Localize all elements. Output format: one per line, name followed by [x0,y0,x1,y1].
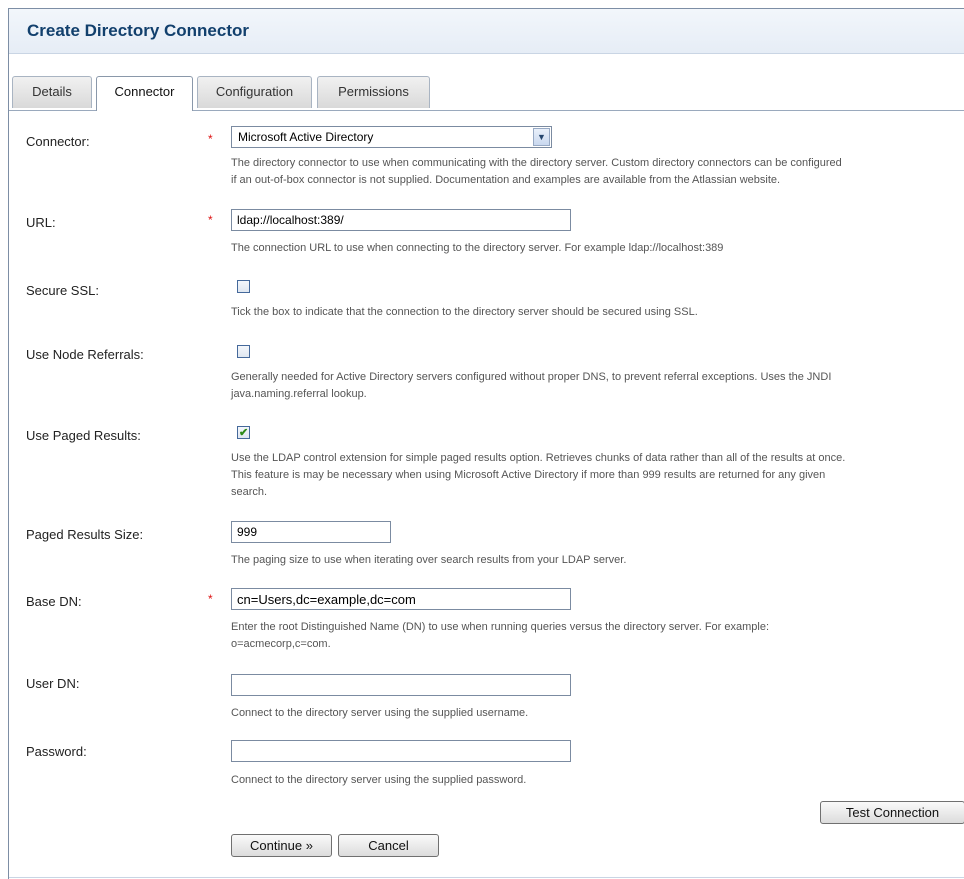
base-dn-label: Base DN: [26,594,82,609]
connector-select[interactable]: Microsoft Active Directory ▼ [231,126,552,148]
paged-results-description: Use the LDAP control extension for simpl… [231,450,964,501]
page-title: Create Directory Connector [27,21,250,40]
user-dn-description: Connect to the directory server using th… [231,705,964,722]
paged-results-label: Use Paged Results: [26,428,141,443]
url-input[interactable] [231,209,571,231]
user-dn-input[interactable] [231,674,571,696]
paged-results-desc-line: search. [231,486,268,498]
url-label: URL: [26,215,56,230]
paged-results-size-desc-line: The paging size to use when iterating ov… [231,554,627,566]
chevron-down-icon[interactable]: ▼ [533,128,550,146]
base-dn-input[interactable] [231,588,571,610]
password-desc-line: Connect to the directory server using th… [231,774,527,786]
node-referrals-label: Use Node Referrals: [26,347,144,362]
connector-desc-line: The directory connector to use when comm… [231,157,842,169]
tab-configuration[interactable]: Configuration [197,76,312,108]
base-dn-desc-line: o=acmecorp,c=com. [231,638,331,650]
tab-details[interactable]: Details [12,76,92,108]
base-dn-description: Enter the root Distinguished Name (DN) t… [231,619,964,653]
node-referrals-desc-line: Generally needed for Active Directory se… [231,371,832,383]
paged-results-size-input[interactable] [231,521,391,543]
required-marker: * [208,213,213,227]
secure-ssl-checkbox[interactable] [237,280,250,293]
paged-results-desc-line: Use the LDAP control extension for simpl… [231,452,846,464]
node-referrals-desc-line: java.naming.referral lookup. [231,388,367,400]
connector-description: The directory connector to use when comm… [231,155,964,189]
node-referrals-description: Generally needed for Active Directory se… [231,369,964,403]
connector-desc-line: if an out-of-box connector is not suppli… [231,174,781,186]
test-connection-button[interactable]: Test Connection [820,801,964,824]
password-label: Password: [26,744,87,759]
user-dn-desc-line: Connect to the directory server using th… [231,707,529,719]
node-referrals-checkbox[interactable] [237,345,250,358]
continue-button[interactable]: Continue » [231,834,332,857]
paged-results-size-description: The paging size to use when iterating ov… [231,552,964,569]
secure-ssl-label: Secure SSL: [26,283,99,298]
tab-connector[interactable]: Connector [96,76,193,111]
tab-permissions[interactable]: Permissions [317,76,430,108]
required-marker: * [208,132,213,146]
user-dn-label: User DN: [26,676,80,691]
base-dn-desc-line: Enter the root Distinguished Name (DN) t… [231,621,770,633]
title-bar: Create Directory Connector [9,9,964,54]
secure-ssl-description: Tick the box to indicate that the connec… [231,304,964,321]
url-desc-line: The connection URL to use when connectin… [231,242,724,254]
paged-results-desc-line: This feature is may be necessary when us… [231,469,826,481]
connector-select-value: Microsoft Active Directory [238,130,374,144]
url-description: The connection URL to use when connectin… [231,240,964,257]
password-input[interactable] [231,740,571,762]
password-description: Connect to the directory server using th… [231,772,964,789]
required-marker: * [208,592,213,606]
dialog-frame: Create Directory Connector Details Conne… [8,8,964,879]
connector-label: Connector: [26,134,90,149]
checkmark-icon: ✔ [239,427,249,439]
paged-results-size-label: Paged Results Size: [26,527,144,542]
divider [9,877,964,878]
secure-ssl-desc-line: Tick the box to indicate that the connec… [231,306,698,318]
cancel-button[interactable]: Cancel [338,834,439,857]
paged-results-checkbox[interactable]: ✔ [237,426,250,439]
tab-bar: Details Connector Configuration Permissi… [9,54,964,111]
